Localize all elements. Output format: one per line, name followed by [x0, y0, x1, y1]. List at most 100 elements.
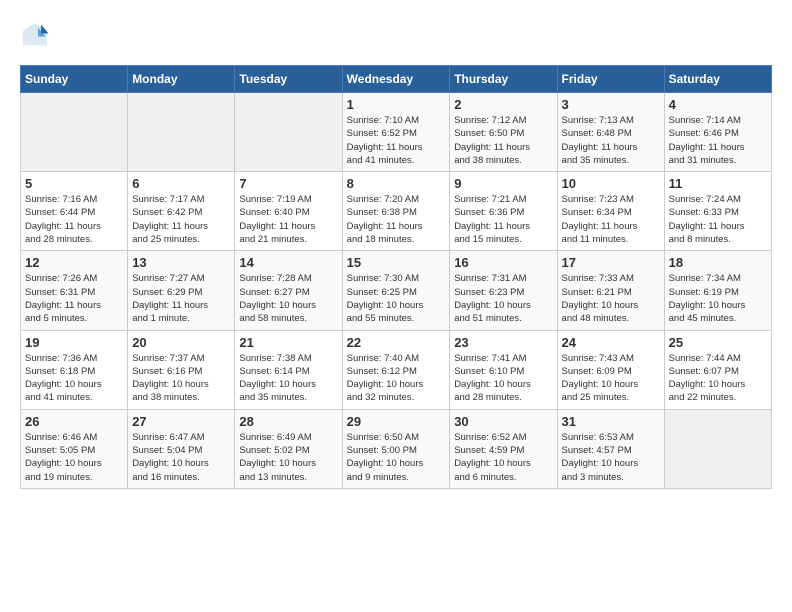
day-number: 24 [562, 335, 660, 350]
day-info: Sunrise: 7:43 AM Sunset: 6:09 PM Dayligh… [562, 352, 660, 405]
day-info: Sunrise: 7:37 AM Sunset: 6:16 PM Dayligh… [132, 352, 230, 405]
day-header-wednesday: Wednesday [342, 66, 450, 93]
day-number: 31 [562, 414, 660, 429]
calendar-cell: 5 Sunrise: 7:16 AM Sunset: 6:44 PM Daylig… [21, 172, 128, 251]
calendar-cell: 2 Sunrise: 7:12 AM Sunset: 6:50 PM Daylig… [450, 93, 557, 172]
day-number: 4 [669, 97, 767, 112]
calendar-cell: 23 Sunrise: 7:41 AM Sunset: 6:10 PM Dayli… [450, 330, 557, 409]
day-number: 26 [25, 414, 123, 429]
calendar-cell: 12Sunrise: 7:26 AM Sunset: 6:31 PM Dayli… [21, 251, 128, 330]
page-header [20, 20, 772, 50]
day-number: 27 [132, 414, 230, 429]
day-number: 12 [25, 255, 123, 270]
day-header-monday: Monday [128, 66, 235, 93]
calendar-cell: 1 Sunrise: 7:10 AM Sunset: 6:52 PM Daylig… [342, 93, 450, 172]
day-info: Sunrise: 7:34 AM Sunset: 6:19 PM Dayligh… [669, 272, 767, 325]
calendar-table: SundayMondayTuesdayWednesdayThursdayFrid… [20, 65, 772, 489]
day-info: Sunrise: 6:46 AM Sunset: 5:05 PM Dayligh… [25, 431, 123, 484]
calendar-cell: 31Sunrise: 6:53 AM Sunset: 4:57 PM Dayli… [557, 409, 664, 488]
day-info: Sunrise: 7:10 AM Sunset: 6:52 PM Dayligh… [347, 114, 446, 167]
day-number: 2 [454, 97, 552, 112]
day-info: Sunrise: 7:24 AM Sunset: 6:33 PM Dayligh… [669, 193, 767, 246]
day-number: 23 [454, 335, 552, 350]
day-number: 9 [454, 176, 552, 191]
calendar-cell: 11 Sunrise: 7:24 AM Sunset: 6:33 PM Dayli… [664, 172, 771, 251]
calendar-cell: 4 Sunrise: 7:14 AM Sunset: 6:46 PM Daylig… [664, 93, 771, 172]
day-number: 13 [132, 255, 230, 270]
calendar-cell: 21 Sunrise: 7:38 AM Sunset: 6:14 PM Dayli… [235, 330, 342, 409]
calendar-cell: 24 Sunrise: 7:43 AM Sunset: 6:09 PM Dayli… [557, 330, 664, 409]
calendar-cell [21, 93, 128, 172]
calendar-week-4: 19 Sunrise: 7:36 AM Sunset: 6:18 PM Dayli… [21, 330, 772, 409]
calendar-cell: 3Sunrise: 7:13 AM Sunset: 6:48 PM Daylig… [557, 93, 664, 172]
day-info: Sunrise: 6:52 AM Sunset: 4:59 PM Dayligh… [454, 431, 552, 484]
day-info: Sunrise: 7:16 AM Sunset: 6:44 PM Dayligh… [25, 193, 123, 246]
calendar-cell [128, 93, 235, 172]
day-number: 17 [562, 255, 660, 270]
day-number: 10 [562, 176, 660, 191]
calendar-cell: 27Sunrise: 6:47 AM Sunset: 5:04 PM Dayli… [128, 409, 235, 488]
day-number: 21 [239, 335, 337, 350]
day-number: 11 [669, 176, 767, 191]
day-info: Sunrise: 7:20 AM Sunset: 6:38 PM Dayligh… [347, 193, 446, 246]
calendar-cell: 15Sunrise: 7:30 AM Sunset: 6:25 PM Dayli… [342, 251, 450, 330]
day-number: 14 [239, 255, 337, 270]
day-number: 29 [347, 414, 446, 429]
day-info: Sunrise: 7:38 AM Sunset: 6:14 PM Dayligh… [239, 352, 337, 405]
calendar-cell: 10 Sunrise: 7:23 AM Sunset: 6:34 PM Dayli… [557, 172, 664, 251]
calendar-cell: 14 Sunrise: 7:28 AM Sunset: 6:27 PM Dayli… [235, 251, 342, 330]
day-header-saturday: Saturday [664, 66, 771, 93]
calendar-cell: 22 Sunrise: 7:40 AM Sunset: 6:12 PM Dayli… [342, 330, 450, 409]
day-info: Sunrise: 7:33 AM Sunset: 6:21 PM Dayligh… [562, 272, 660, 325]
calendar-cell: 25 Sunrise: 7:44 AM Sunset: 6:07 PM Dayli… [664, 330, 771, 409]
calendar-week-5: 26 Sunrise: 6:46 AM Sunset: 5:05 PM Dayli… [21, 409, 772, 488]
day-number: 16 [454, 255, 552, 270]
day-header-sunday: Sunday [21, 66, 128, 93]
calendar-header-row: SundayMondayTuesdayWednesdayThursdayFrid… [21, 66, 772, 93]
day-info: Sunrise: 7:21 AM Sunset: 6:36 PM Dayligh… [454, 193, 552, 246]
day-number: 22 [347, 335, 446, 350]
day-info: Sunrise: 7:12 AM Sunset: 6:50 PM Dayligh… [454, 114, 552, 167]
calendar-cell: 7 Sunrise: 7:19 AM Sunset: 6:40 PM Daylig… [235, 172, 342, 251]
day-number: 6 [132, 176, 230, 191]
calendar-cell: 20 Sunrise: 7:37 AM Sunset: 6:16 PM Dayli… [128, 330, 235, 409]
day-header-tuesday: Tuesday [235, 66, 342, 93]
day-number: 28 [239, 414, 337, 429]
day-info: Sunrise: 7:40 AM Sunset: 6:12 PM Dayligh… [347, 352, 446, 405]
calendar-cell: 18Sunrise: 7:34 AM Sunset: 6:19 PM Dayli… [664, 251, 771, 330]
calendar-cell: 17 Sunrise: 7:33 AM Sunset: 6:21 PM Dayli… [557, 251, 664, 330]
day-number: 5 [25, 176, 123, 191]
calendar-week-3: 12Sunrise: 7:26 AM Sunset: 6:31 PM Dayli… [21, 251, 772, 330]
calendar-cell: 8 Sunrise: 7:20 AM Sunset: 6:38 PM Daylig… [342, 172, 450, 251]
logo [20, 20, 54, 50]
day-number: 7 [239, 176, 337, 191]
day-info: Sunrise: 7:36 AM Sunset: 6:18 PM Dayligh… [25, 352, 123, 405]
day-number: 25 [669, 335, 767, 350]
day-info: Sunrise: 7:23 AM Sunset: 6:34 PM Dayligh… [562, 193, 660, 246]
day-info: Sunrise: 7:30 AM Sunset: 6:25 PM Dayligh… [347, 272, 446, 325]
calendar-cell: 13Sunrise: 7:27 AM Sunset: 6:29 PM Dayli… [128, 251, 235, 330]
calendar-cell: 16Sunrise: 7:31 AM Sunset: 6:23 PM Dayli… [450, 251, 557, 330]
day-number: 30 [454, 414, 552, 429]
day-number: 19 [25, 335, 123, 350]
day-number: 3 [562, 97, 660, 112]
calendar-cell: 6 Sunrise: 7:17 AM Sunset: 6:42 PM Daylig… [128, 172, 235, 251]
day-number: 1 [347, 97, 446, 112]
day-info: Sunrise: 7:44 AM Sunset: 6:07 PM Dayligh… [669, 352, 767, 405]
day-info: Sunrise: 7:14 AM Sunset: 6:46 PM Dayligh… [669, 114, 767, 167]
day-info: Sunrise: 7:41 AM Sunset: 6:10 PM Dayligh… [454, 352, 552, 405]
day-number: 20 [132, 335, 230, 350]
calendar-cell: 19 Sunrise: 7:36 AM Sunset: 6:18 PM Dayli… [21, 330, 128, 409]
calendar-cell [235, 93, 342, 172]
day-info: Sunrise: 6:49 AM Sunset: 5:02 PM Dayligh… [239, 431, 337, 484]
calendar-cell: 28 Sunrise: 6:49 AM Sunset: 5:02 PM Dayli… [235, 409, 342, 488]
day-number: 8 [347, 176, 446, 191]
calendar-cell: 30 Sunrise: 6:52 AM Sunset: 4:59 PM Dayli… [450, 409, 557, 488]
calendar-cell: 9 Sunrise: 7:21 AM Sunset: 6:36 PM Daylig… [450, 172, 557, 251]
day-header-thursday: Thursday [450, 66, 557, 93]
day-info: Sunrise: 7:19 AM Sunset: 6:40 PM Dayligh… [239, 193, 337, 246]
logo-icon [20, 20, 50, 50]
day-info: Sunrise: 7:28 AM Sunset: 6:27 PM Dayligh… [239, 272, 337, 325]
day-header-friday: Friday [557, 66, 664, 93]
day-info: Sunrise: 7:17 AM Sunset: 6:42 PM Dayligh… [132, 193, 230, 246]
